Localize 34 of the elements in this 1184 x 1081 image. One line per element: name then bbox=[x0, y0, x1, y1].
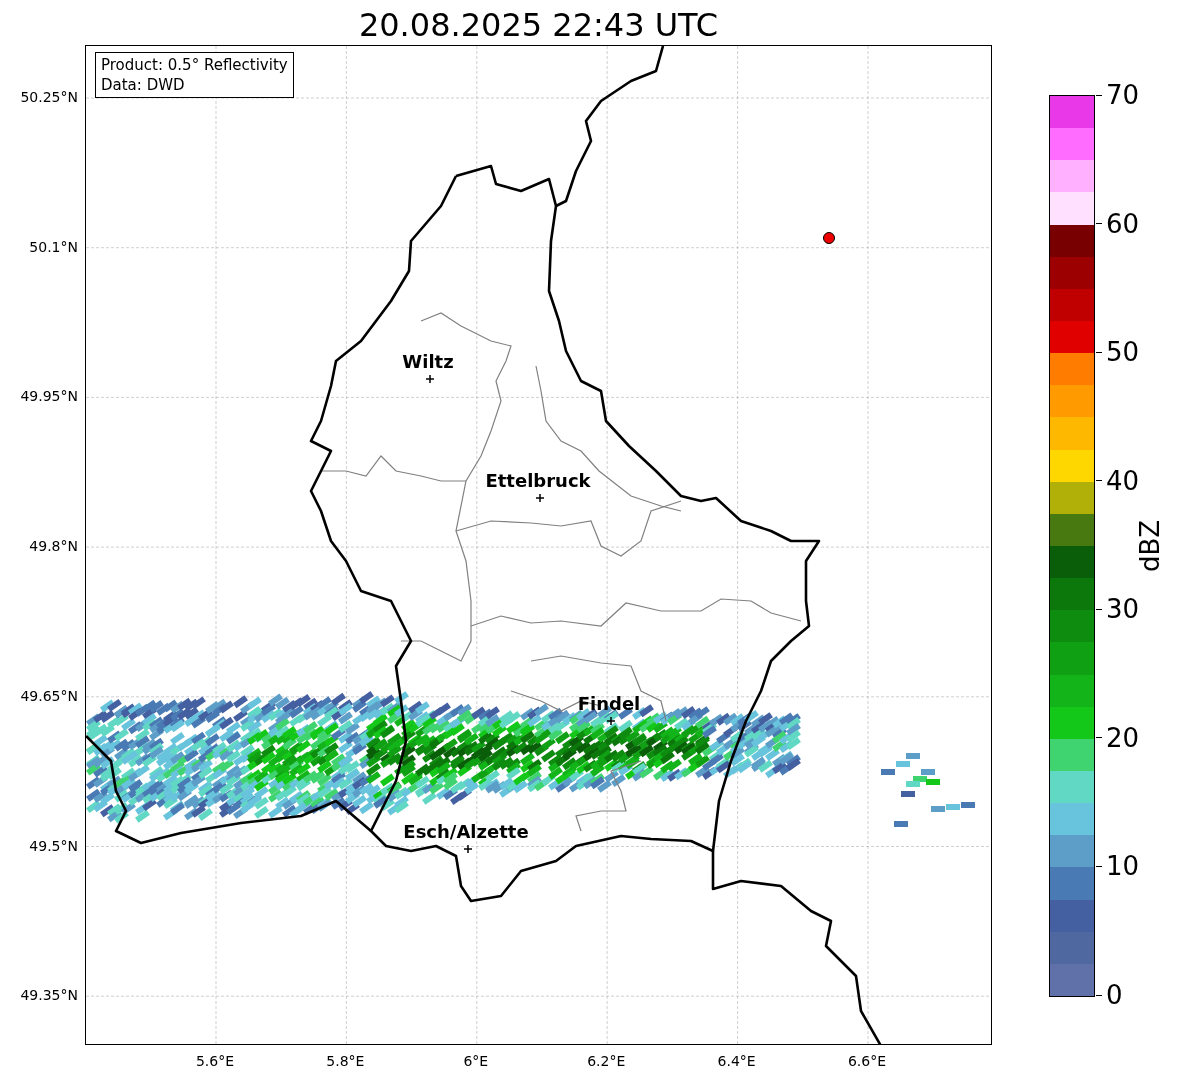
colorbar-tick-label: 60 bbox=[1096, 210, 1140, 237]
longitude-label: 5.6°E bbox=[195, 1054, 235, 1068]
longitude-label: 6°E bbox=[463, 1054, 489, 1068]
city-label: Wiltz bbox=[402, 353, 454, 371]
plot-title: 20.08.2025 22:43 UTC bbox=[358, 8, 719, 41]
city-label: Findel bbox=[577, 695, 641, 713]
info-text: Data: DWD bbox=[101, 75, 186, 95]
longitude-label: 5.8°E bbox=[326, 1054, 365, 1068]
latitude-label: 50.25°N bbox=[20, 90, 78, 104]
latitude-label: 49.65°N bbox=[20, 688, 78, 703]
longitude-label: 6.2°E bbox=[587, 1054, 626, 1068]
city-marker-icon bbox=[425, 374, 435, 384]
colorbar-tick-label: 20 bbox=[1096, 724, 1140, 751]
city-label: Esch/Alzette bbox=[403, 823, 529, 841]
latitude-label: 50.1°N bbox=[29, 239, 78, 254]
latitude-label: 49.35°N bbox=[20, 988, 78, 1003]
city-label: Ettelbruck bbox=[485, 472, 591, 490]
city-marker-icon bbox=[535, 493, 545, 503]
colorbar-label: dBZ bbox=[1135, 518, 1165, 575]
colorbar-tick-label: 50 bbox=[1096, 339, 1140, 366]
city-marker-icon bbox=[463, 844, 473, 854]
latitude-label: 49.5°N bbox=[29, 838, 78, 853]
info-text: Product: 0.5° Reflectivity bbox=[101, 55, 288, 75]
colorbar-tick-label: 0 bbox=[1096, 982, 1123, 1008]
longitude-label: 6.6°E bbox=[847, 1054, 887, 1068]
city-marker-icon bbox=[606, 716, 616, 726]
colorbar-tick-label: 30 bbox=[1096, 596, 1140, 623]
latitude-label: 49.95°N bbox=[20, 389, 78, 404]
radar-site-icon bbox=[823, 232, 835, 244]
colorbar-tick-label: 10 bbox=[1096, 853, 1140, 880]
latitude-label: 49.8°N bbox=[29, 539, 78, 554]
colorbar-tick-label: 70 bbox=[1096, 82, 1140, 108]
longitude-label: 6.4°E bbox=[717, 1054, 756, 1068]
colorbar-tick-label: 40 bbox=[1096, 467, 1140, 494]
